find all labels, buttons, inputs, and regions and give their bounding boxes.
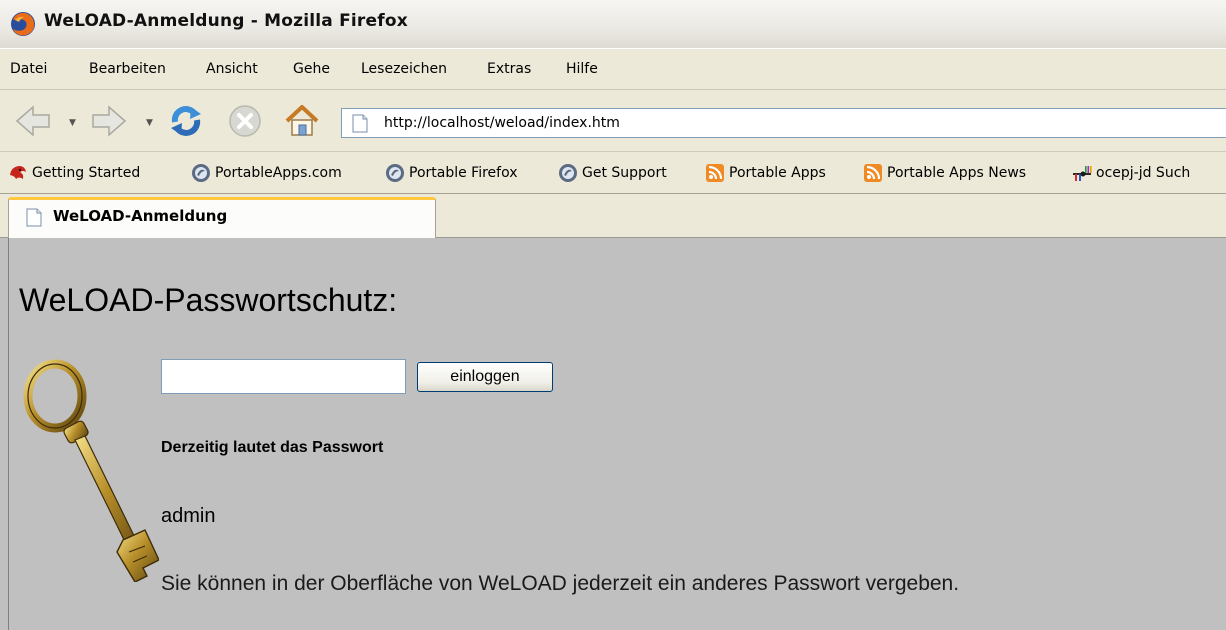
menu-hilfe[interactable]: Hilfe bbox=[566, 61, 598, 77]
window-title: WeLOAD-Anmeldung - Mozilla Firefox bbox=[44, 11, 408, 31]
forward-dropdown-icon[interactable]: ▼ bbox=[146, 118, 154, 128]
stop-icon[interactable] bbox=[226, 102, 264, 140]
firefox-icon bbox=[11, 12, 35, 36]
back-arrow-icon[interactable] bbox=[14, 102, 52, 140]
navigation-toolbar: ▼ ▼ http://localhost/weload/index.htm bbox=[0, 90, 1226, 152]
tab-label: WeLOAD-Anmeldung bbox=[53, 207, 228, 225]
page-content: WeLOAD-Passwortschutz: einloggen Derzeit… bbox=[8, 238, 1226, 630]
password-input[interactable] bbox=[161, 359, 406, 394]
bookmark-portable-apps[interactable]: Portable Apps bbox=[705, 163, 826, 183]
portableapps-icon bbox=[386, 164, 404, 182]
reload-icon[interactable] bbox=[167, 102, 205, 140]
bookmark-getting-started[interactable]: Getting Started bbox=[8, 163, 140, 183]
menu-lesezeichen[interactable]: Lesezeichen bbox=[361, 61, 447, 77]
menu-bearbeiten[interactable]: Bearbeiten bbox=[89, 61, 166, 77]
password-change-note: Sie können in der Oberfläche von WeLOAD … bbox=[161, 572, 960, 595]
bookmark-portableapps-com[interactable]: PortableApps.com bbox=[191, 163, 342, 183]
current-password-value: admin bbox=[161, 505, 216, 527]
menu-gehe[interactable]: Gehe bbox=[293, 61, 330, 77]
rss-feed-icon bbox=[706, 164, 724, 182]
search-engine-icon bbox=[1073, 166, 1092, 181]
menu-extras[interactable]: Extras bbox=[487, 61, 531, 77]
login-button[interactable]: einloggen bbox=[417, 362, 553, 392]
portableapps-icon bbox=[559, 164, 577, 182]
bookmark-portable-firefox[interactable]: Portable Firefox bbox=[385, 163, 518, 183]
page-icon bbox=[352, 114, 368, 133]
current-password-label: Derzeitig lautet das Passwort bbox=[161, 439, 384, 456]
menu-datei[interactable]: Datei bbox=[10, 61, 47, 77]
back-dropdown-icon[interactable]: ▼ bbox=[69, 118, 77, 128]
rss-feed-icon bbox=[864, 164, 882, 182]
menu-ansicht[interactable]: Ansicht bbox=[206, 61, 258, 77]
menu-bar: Datei Bearbeiten Ansicht Gehe Lesezeiche… bbox=[0, 48, 1226, 90]
url-text[interactable]: http://localhost/weload/index.htm bbox=[384, 115, 620, 131]
bookmark-portable-apps-news[interactable]: Portable Apps News bbox=[863, 163, 1026, 183]
home-icon[interactable] bbox=[283, 102, 321, 140]
tab-weload-anmeldung[interactable]: WeLOAD-Anmeldung bbox=[8, 197, 436, 238]
forward-arrow-icon[interactable] bbox=[90, 102, 128, 140]
url-bar[interactable]: http://localhost/weload/index.htm bbox=[341, 108, 1226, 138]
window-titlebar: WeLOAD-Anmeldung - Mozilla Firefox bbox=[0, 0, 1226, 48]
page-title: WeLOAD-Passwortschutz: bbox=[19, 282, 398, 318]
portableapps-icon bbox=[192, 164, 210, 182]
key-icon bbox=[23, 359, 159, 582]
page-icon bbox=[26, 208, 42, 227]
tab-strip: WeLOAD-Anmeldung bbox=[0, 194, 1226, 238]
bookmark-ocepj-jd-such[interactable]: ocepj-jd Such bbox=[1072, 163, 1190, 183]
bookmarks-toolbar: Getting Started PortableApps.com Portabl… bbox=[0, 152, 1226, 194]
firefox-getting-started-icon bbox=[10, 166, 26, 179]
bookmark-get-support[interactable]: Get Support bbox=[558, 163, 667, 183]
